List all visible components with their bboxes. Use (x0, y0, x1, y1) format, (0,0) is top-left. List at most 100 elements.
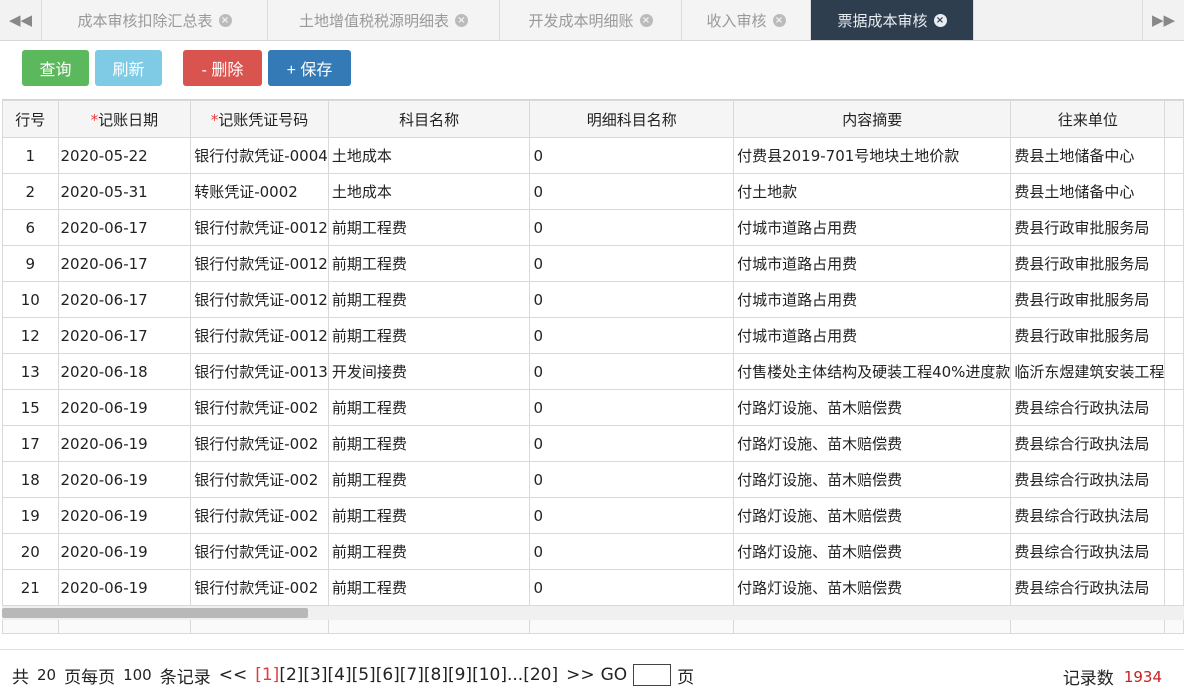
cell-detail[interactable]: 0 (529, 209, 735, 246)
cell-date[interactable]: 2020-06-19 (57, 389, 192, 426)
table-row[interactable]: 10 2020-06-17 银行付款凭证-0012 前期工程费 0 付城市道路占用费 费县行… (2, 281, 1184, 318)
cell-no[interactable]: 17 (2, 425, 59, 462)
cell-summary[interactable]: 付城市道路占用费 (733, 245, 1012, 282)
col-header-detail[interactable]: 明细科目名称 (529, 100, 735, 138)
cell-summary[interactable]: 付城市道路占用费 (733, 317, 1012, 354)
cell-date[interactable]: 2020-06-19 (57, 569, 192, 606)
page-link[interactable]: [9] (448, 665, 472, 685)
cell-no[interactable]: 1 (2, 137, 59, 174)
cell-date[interactable]: 2020-06-18 (57, 353, 192, 390)
col-header-date[interactable]: *记账日期 (57, 100, 192, 138)
cell-date[interactable]: 2020-05-31 (57, 173, 192, 210)
cell-no[interactable]: 18 (2, 461, 59, 498)
cell-date[interactable]: 2020-06-19 (57, 497, 192, 534)
col-header-subject[interactable]: 科目名称 (327, 100, 531, 138)
cell-partner[interactable]: 费县综合行政执法局 (1010, 569, 1166, 606)
table-row[interactable]: 12 2020-06-17 银行付款凭证-0012 前期工程费 0 付城市道路占用费 费县行… (2, 317, 1184, 354)
cell-no[interactable]: 2 (2, 173, 59, 210)
cell-voucher[interactable]: 银行付款凭证-0004 (190, 137, 329, 174)
cell-summary[interactable]: 付城市道路占用费 (733, 209, 1012, 246)
cell-partner[interactable]: 费县综合行政执法局 (1010, 497, 1166, 534)
last-page-link[interactable]: >> (566, 665, 595, 685)
cell-subject[interactable]: 土地成本 (327, 137, 531, 174)
col-header-no[interactable]: 行号 (2, 100, 59, 138)
cell-no[interactable]: 20 (2, 533, 59, 570)
cell-partner[interactable]: 费县行政审批服务局 (1010, 317, 1166, 354)
cell-subject[interactable]: 前期工程费 (327, 245, 531, 282)
page-link[interactable]: [1] (255, 665, 279, 685)
cell-detail[interactable]: 0 (529, 317, 735, 354)
tab-cost-audit-summary[interactable]: 成本审核扣除汇总表 × (42, 0, 268, 40)
cell-summary[interactable]: 付路灯设施、苗木赔偿费 (733, 389, 1012, 426)
cell-date[interactable]: 2020-05-22 (57, 137, 192, 174)
tab-income-audit[interactable]: 收入审核 × (682, 0, 811, 40)
table-row[interactable]: 9 2020-06-17 银行付款凭证-0012 前期工程费 0 付城市道路占用费 费县行政… (2, 245, 1184, 282)
cell-no[interactable]: 19 (2, 497, 59, 534)
page-link[interactable]: [4] (328, 665, 352, 685)
tab-scroll-left-icon[interactable]: ◀◀ (0, 0, 42, 40)
cell-voucher[interactable]: 银行付款凭证-0012 (190, 209, 329, 246)
cell-date[interactable]: 2020-06-17 (57, 281, 192, 318)
close-icon[interactable]: × (639, 13, 653, 27)
cell-subject[interactable]: 前期工程费 (327, 317, 531, 354)
table-row[interactable]: 2 2020-05-31 转账凭证-0002 土地成本 0 付土地款 费县土地储备中心 (2, 173, 1184, 210)
col-header-summary[interactable]: 内容摘要 (733, 100, 1012, 138)
cell-voucher[interactable]: 银行付款凭证-002 (190, 533, 329, 570)
cell-detail[interactable]: 0 (529, 245, 735, 282)
close-icon[interactable]: × (933, 13, 947, 27)
cell-summary[interactable]: 付土地款 (733, 173, 1012, 210)
cell-voucher[interactable]: 银行付款凭证-002 (190, 497, 329, 534)
cell-detail[interactable]: 0 (529, 353, 735, 390)
cell-date[interactable]: 2020-06-19 (57, 425, 192, 462)
refresh-button[interactable]: 刷新 (95, 50, 162, 86)
tab-dev-cost-ledger[interactable]: 开发成本明细账 × (500, 0, 682, 40)
cell-summary[interactable]: 付路灯设施、苗木赔偿费 (733, 533, 1012, 570)
cell-detail[interactable]: 0 (529, 533, 735, 570)
table-row[interactable]: 17 2020-06-19 银行付款凭证-002 前期工程费 0 付路灯设施、苗木赔偿费费… (2, 425, 1184, 462)
cell-date[interactable]: 2020-06-17 (57, 245, 192, 282)
cell-subject[interactable]: 前期工程费 (327, 497, 531, 534)
table-row[interactable]: 6 2020-06-17 银行付款凭证-0012 前期工程费 0 付城市道路占用费 费县行政… (2, 209, 1184, 246)
cell-partner[interactable]: 费县行政审批服务局 (1010, 209, 1166, 246)
cell-date[interactable]: 2020-06-19 (57, 533, 192, 570)
cell-voucher[interactable]: 银行付款凭证-002 (190, 569, 329, 606)
cell-voucher[interactable]: 转账凭证-0002 (190, 173, 329, 210)
cell-partner[interactable]: 费县综合行政执法局 (1010, 389, 1166, 426)
cell-detail[interactable]: 0 (529, 281, 735, 318)
cell-detail[interactable]: 0 (529, 137, 735, 174)
cell-voucher[interactable]: 银行付款凭证-0012 (190, 317, 329, 354)
cell-subject[interactable]: 前期工程费 (327, 389, 531, 426)
cell-date[interactable]: 2020-06-19 (57, 461, 192, 498)
cell-summary[interactable]: 付路灯设施、苗木赔偿费 (733, 425, 1012, 462)
table-row[interactable]: 13 2020-06-18 银行付款凭证-0013 开发间接费 0 付售楼处主体结构及硬装… (2, 353, 1184, 390)
cell-no[interactable]: 13 (2, 353, 59, 390)
cell-subject[interactable]: 前期工程费 (327, 461, 531, 498)
cell-voucher[interactable]: 银行付款凭证-0012 (190, 245, 329, 282)
cell-no[interactable]: 12 (2, 317, 59, 354)
save-button[interactable]: + 保存 (268, 50, 351, 86)
cell-summary[interactable]: 付路灯设施、苗木赔偿费 (733, 569, 1012, 606)
cell-detail[interactable]: 0 (529, 389, 735, 426)
cell-subject[interactable]: 开发间接费 (327, 353, 531, 390)
cell-partner[interactable]: 费县土地储备中心 (1010, 173, 1166, 210)
table-row[interactable]: 1 2020-05-22 银行付款凭证-0004 土地成本 0 付费县2019-701号地… (2, 137, 1184, 174)
cell-summary[interactable]: 付城市道路占用费 (733, 281, 1012, 318)
cell-voucher[interactable]: 银行付款凭证-002 (190, 425, 329, 462)
cell-subject[interactable]: 前期工程费 (327, 281, 531, 318)
cell-partner[interactable]: 费县综合行政执法局 (1010, 425, 1166, 462)
page-link[interactable]: [2] (279, 665, 303, 685)
tab-land-vat-detail[interactable]: 土地增值税税源明细表 × (268, 0, 500, 40)
cell-no[interactable]: 6 (2, 209, 59, 246)
cell-no[interactable]: 10 (2, 281, 59, 318)
page-link[interactable]: [3] (303, 665, 327, 685)
cell-subject[interactable]: 土地成本 (327, 173, 531, 210)
page-link[interactable]: [5] (352, 665, 376, 685)
page-link[interactable]: ...[20] (507, 665, 558, 685)
cell-date[interactable]: 2020-06-17 (57, 317, 192, 354)
cell-summary[interactable]: 付路灯设施、苗木赔偿费 (733, 461, 1012, 498)
cell-detail[interactable]: 0 (529, 425, 735, 462)
tab-invoice-cost-audit[interactable]: 票据成本审核 × (811, 0, 974, 40)
cell-subject[interactable]: 前期工程费 (327, 425, 531, 462)
tab-scroll-right-icon[interactable]: ▶▶ (1142, 0, 1184, 40)
go-page-input[interactable] (633, 664, 672, 686)
